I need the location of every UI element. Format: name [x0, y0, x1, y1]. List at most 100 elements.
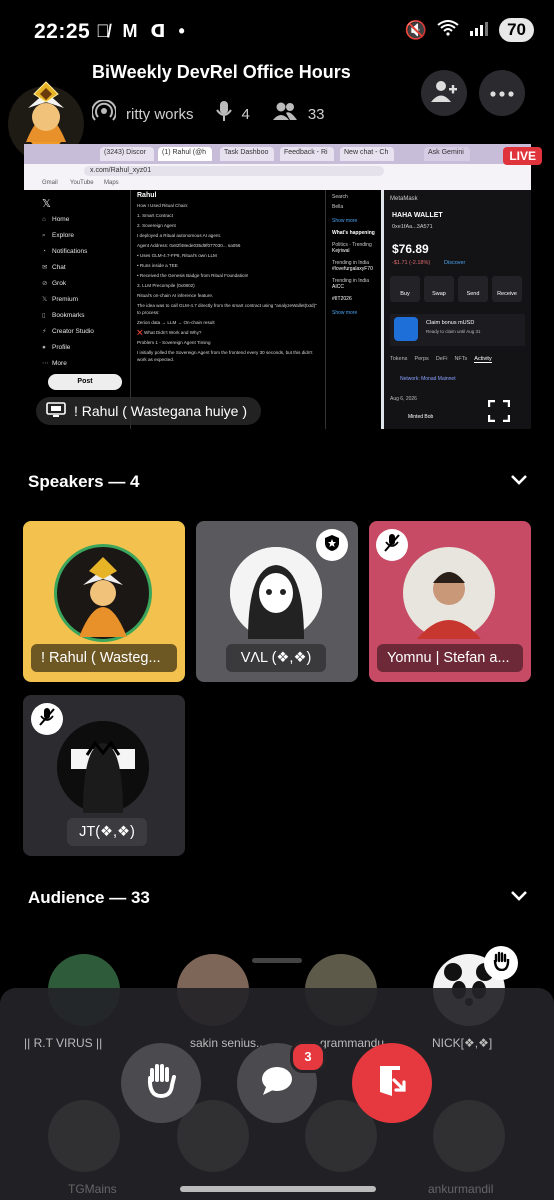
x-trends-panel: Search Bella Show more What's happening … [328, 190, 381, 429]
speaker-name: ! Rahul ( Wasteg... [31, 644, 177, 672]
wallet-tab-active[interactable]: Activity [474, 356, 492, 363]
sheet-grabber[interactable] [252, 958, 302, 963]
add-user-icon [430, 79, 458, 108]
x-app: 𝕏 ⌂ Home ⌕ Explore ◔ Notifications ✉ Chat ⊘ G… [24, 190, 381, 429]
receive-button[interactable]: Receive [492, 276, 522, 302]
browser-tab[interactable]: (1) Rahul (@h [158, 147, 212, 161]
wallet-address[interactable]: 0xe1fAa...3A571 [392, 224, 433, 230]
x-article-line: • Uses GLM-4.7-FP8, Ritual's own LLM [137, 253, 217, 258]
stage-broadcast-icon [91, 99, 117, 128]
raised-hand-badge [484, 946, 518, 980]
speaker-avatar [57, 721, 149, 813]
more-options-button[interactable] [479, 70, 525, 116]
stream-owner-label: ! Rahul ( Wastegana huiye ) [36, 397, 262, 425]
wallet-name[interactable]: HAHA WALLET [392, 212, 443, 219]
activity-item[interactable]: Minted Bob [408, 414, 433, 420]
speaker-tile[interactable]: VΛL (❖,❖) [196, 521, 358, 682]
balance-change: -$1.71 (-2.18%) [392, 260, 431, 266]
x-article-line: Ritual's on-chain AI inference feature. [137, 293, 214, 298]
speaker-tile[interactable]: ! Rahul ( Wasteg... [23, 521, 185, 682]
wallet-tab[interactable]: Perps [414, 356, 428, 363]
speaker-count: 4 [241, 105, 250, 123]
x-article-line: • Received the Genesis Badge from Ritual… [137, 273, 249, 278]
x-article-line: Problem 1 - Sovereign Agent Timing [137, 340, 211, 345]
status-bar: 22:25 🎙̸ M ᗡ • 🔇 70 [0, 0, 554, 64]
leave-stage-button[interactable] [352, 1043, 432, 1123]
promo-card[interactable]: Claim bonus mUSD Ready to claim until Au… [390, 314, 525, 346]
wifi-icon [437, 19, 459, 41]
host-name: ritty works [126, 105, 194, 123]
shield-star-icon [324, 534, 340, 557]
clock: 22:25 [34, 20, 91, 43]
moderator-badge [316, 529, 348, 561]
invite-button[interactable] [421, 70, 467, 116]
x-post-button[interactable]: Post [48, 374, 122, 390]
listener-count: 33 [307, 105, 325, 123]
chevron-down-icon [510, 470, 528, 490]
browser-tab[interactable]: New chat - Ch [340, 147, 394, 161]
x-article-line: I initially polled the Sovereign Agent f… [137, 350, 313, 362]
fullscreen-button[interactable] [487, 399, 511, 428]
speaker-tile[interactable]: JT(❖,❖) [23, 695, 185, 856]
bookmarks-bar: Gmail YouTube Maps [24, 178, 531, 190]
wallet-tab[interactable]: NFTs [454, 356, 467, 363]
send-button[interactable]: Send [458, 276, 488, 302]
screen-share-icon [46, 401, 66, 421]
x-search[interactable]: Search [332, 194, 377, 200]
stage-meta: ritty works 4 33 [91, 99, 325, 128]
x-article-line: How I Used Ritual Chain: [137, 203, 189, 208]
discover-link[interactable]: Discover [444, 260, 465, 266]
wallet-tab[interactable]: DeFi [436, 356, 448, 363]
audience-avatar[interactable] [433, 1100, 505, 1172]
network-filter[interactable]: Network: Monad Mainnet [400, 376, 456, 382]
audience-collapse-button[interactable] [510, 886, 528, 907]
mute-icon: 🔇 [404, 19, 428, 40]
wallet-tab[interactable]: Tokens [390, 356, 407, 363]
fullscreen-icon [487, 399, 511, 427]
ellipsis-icon [490, 84, 514, 102]
activity-date: Aug 6, 2026 [390, 396, 417, 402]
buy-button[interactable]: Buy [390, 276, 420, 302]
mic-off-icon [38, 707, 56, 732]
bookmark[interactable]: Gmail [42, 180, 58, 186]
raised-hand-icon [492, 951, 510, 976]
swap-button[interactable]: Swap [424, 276, 454, 302]
metamask-app-label: MetaMask [390, 196, 418, 202]
stream-owner-name: ! Rahul ( Wastegana huiye ) [74, 403, 248, 419]
people-icon [272, 101, 298, 127]
speaker-name: Yomnu | Stefan a... [377, 644, 523, 672]
ask-gemini-button[interactable]: Ask Gemini [424, 147, 470, 161]
browser-tab[interactable]: (3243) Discor [100, 147, 154, 161]
x-article-line: 1. Smart Contract [137, 213, 173, 218]
hand-icon [144, 1063, 178, 1104]
x-article-line: Agent Address: 0x82f48ede035d9f077030...… [137, 243, 241, 248]
audience-name: TGMains [68, 1182, 117, 1196]
bookmark[interactable]: Maps [104, 180, 119, 186]
mic-off-icon [383, 533, 401, 558]
x-article: Rahul How I Used Ritual Chain: 1. Smart … [130, 190, 326, 429]
screen-share-stream[interactable]: (3243) Discor (1) Rahul (@h Task Dashboo… [24, 144, 531, 429]
bookmark[interactable]: YouTube [70, 180, 94, 186]
app-icon: ᗡ [150, 21, 166, 41]
browser-tab[interactable]: Feedback - Ri [280, 147, 334, 161]
audience-name: sakin senius... [190, 1036, 267, 1050]
metamask-panel: MetaMask HAHA WALLET 0xe1fAa...3A571 $76… [384, 190, 531, 429]
audience-name: || R.T VIRUS || [24, 1036, 103, 1050]
microphone-icon [215, 100, 232, 128]
stage-title: BiWeekly DevRel Office Hours [92, 62, 351, 82]
speaker-avatar [230, 547, 322, 639]
home-indicator[interactable] [180, 1186, 376, 1192]
speakers-collapse-button[interactable] [510, 470, 528, 491]
wallet-balance: $76.89 [392, 242, 429, 256]
raise-hand-button[interactable] [121, 1043, 201, 1123]
mute-notification-icon: 🎙̸ [96, 21, 110, 41]
wallet-actions: Buy Swap Send Receive [390, 276, 522, 302]
browser-tab[interactable]: Task Dashboo [220, 147, 274, 161]
browser-tab-bar: (3243) Discor (1) Rahul (@h Task Dashboo… [24, 144, 531, 164]
chat-bubble-icon [260, 1065, 294, 1102]
speaker-tile[interactable]: Yomnu | Stefan a... [369, 521, 531, 682]
audience-avatar[interactable] [48, 1100, 120, 1172]
audience-name: NICK[❖,❖] [432, 1036, 493, 1050]
url-field[interactable]: x.com/Rahul_xyz01 [84, 166, 384, 176]
live-badge: LIVE [503, 147, 542, 165]
